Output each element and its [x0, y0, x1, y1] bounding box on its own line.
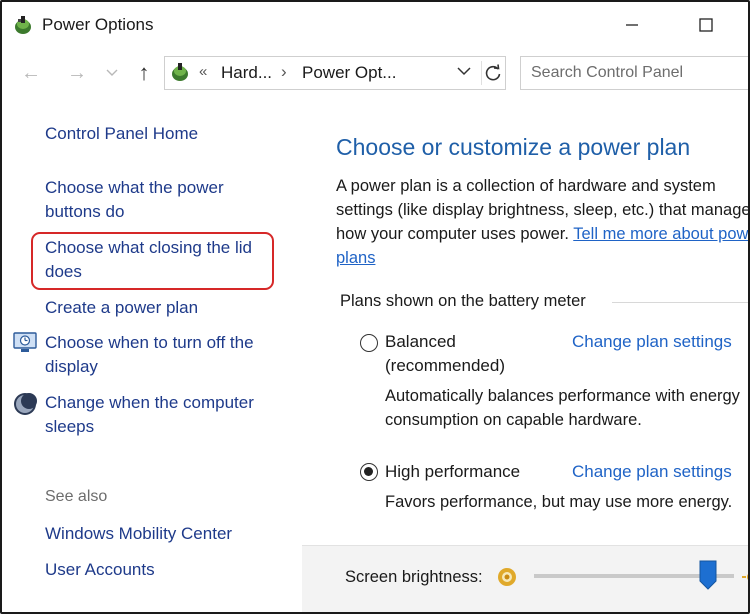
- minimize-button[interactable]: [612, 10, 652, 40]
- group-divider: [612, 302, 748, 303]
- sidebar-item-turn-off-display[interactable]: Choose when to turn off the display: [45, 331, 285, 379]
- balanced-plan-description: Automatically balances performance with …: [385, 387, 740, 429]
- navigation-bar: ← → ↑ « Hard... › Power Opt... Search Co…: [2, 52, 748, 96]
- sidebar-item-create-plan[interactable]: Create a power plan: [45, 296, 285, 320]
- forward-button[interactable]: →: [62, 60, 92, 86]
- power-options-window: Power Options ← → ↑ « Hard... › Power Op…: [0, 0, 750, 614]
- maximize-button[interactable]: [686, 10, 726, 40]
- chevron-down-icon: [106, 69, 118, 76]
- title-bar: Power Options: [2, 2, 748, 46]
- up-arrow-icon: ↑: [138, 60, 150, 85]
- control-panel-home-link[interactable]: Control Panel Home: [45, 122, 285, 146]
- breadcrumb-power-options[interactable]: Power Opt...: [302, 63, 396, 83]
- power-options-icon: [172, 63, 188, 81]
- screen-brightness-label: Screen brightness:: [345, 568, 483, 586]
- windows-mobility-center-link[interactable]: Windows Mobility Center: [45, 522, 232, 546]
- balanced-plan-label[interactable]: Balanced (recommended): [385, 330, 555, 378]
- chevron-down-icon: [457, 67, 471, 76]
- recent-locations-button[interactable]: [102, 60, 122, 86]
- sidebar-item-closing-lid[interactable]: Choose what closing the lid does: [45, 236, 275, 284]
- main-content: Choose or customize a power plan A power…: [336, 98, 748, 612]
- brightness-bar: Screen brightness:: [302, 545, 748, 612]
- high-performance-change-settings-link[interactable]: Change plan settings: [572, 462, 732, 482]
- high-performance-plan-description: Favors performance, but may use more ene…: [385, 493, 733, 511]
- search-placeholder: Search Control Panel: [531, 64, 684, 81]
- page-description: A power plan is a collection of hardware…: [336, 174, 748, 270]
- overflow-chevron-icon[interactable]: «: [199, 63, 207, 80]
- high-performance-plan-label[interactable]: High performance: [385, 460, 520, 484]
- address-dropdown-button[interactable]: [457, 63, 473, 83]
- sidebar-item-power-buttons[interactable]: Choose what the power buttons do: [45, 176, 275, 224]
- sidebar-item-computer-sleeps[interactable]: Change when the computer sleeps: [45, 391, 285, 439]
- user-accounts-link[interactable]: User Accounts: [45, 558, 155, 582]
- left-pane: Control Panel Home Choose what the power…: [2, 98, 302, 612]
- forward-arrow-icon: →: [67, 61, 87, 84]
- back-button[interactable]: ←: [16, 60, 46, 86]
- high-performance-plan-radio[interactable]: [360, 463, 378, 481]
- brightness-high-icon: [742, 574, 748, 580]
- up-button[interactable]: ↑: [130, 60, 158, 86]
- address-bar[interactable]: « Hard... › Power Opt...: [164, 56, 506, 90]
- minimize-icon: [626, 24, 638, 26]
- refresh-button[interactable]: [481, 61, 504, 85]
- power-options-icon: [15, 16, 31, 34]
- display-monitor-icon: [13, 332, 37, 352]
- breadcrumb-hardware[interactable]: Hard...: [221, 63, 272, 83]
- breadcrumb-separator-icon[interactable]: ›: [281, 62, 287, 82]
- refresh-icon: [485, 64, 501, 81]
- search-input[interactable]: Search Control Panel: [520, 56, 748, 90]
- brightness-slider-thumb[interactable]: [699, 560, 717, 590]
- back-arrow-icon: ←: [21, 61, 41, 84]
- plans-group-title: Plans shown on the battery meter: [340, 292, 586, 310]
- maximize-icon: [699, 18, 713, 32]
- balanced-plan-radio[interactable]: [360, 334, 378, 352]
- brightness-low-icon: [498, 568, 516, 586]
- page-title: Choose or customize a power plan: [336, 134, 691, 160]
- balanced-change-settings-link[interactable]: Change plan settings: [572, 332, 732, 352]
- see-also-heading: See also: [45, 488, 108, 505]
- sleep-moon-icon: [14, 393, 37, 415]
- window-title: Power Options: [42, 15, 154, 34]
